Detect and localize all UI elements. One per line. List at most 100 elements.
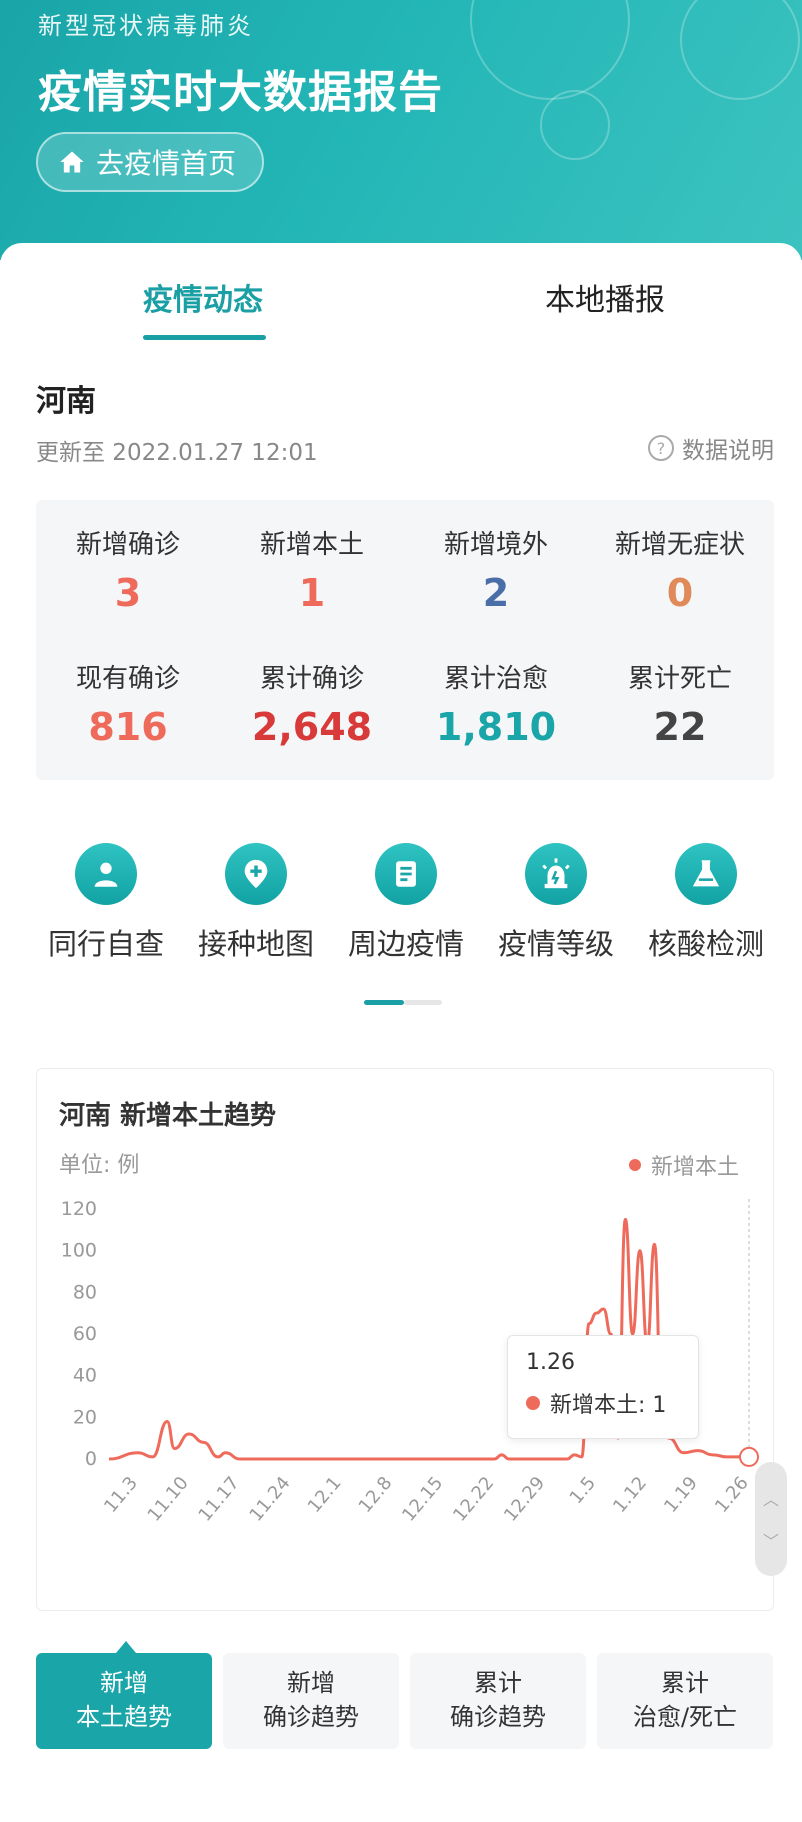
stat-label: 新增境外 <box>443 530 548 560</box>
tab-local-report[interactable]: 本地播报 <box>545 275 665 319</box>
quick-link-label: 接种地图 <box>197 927 314 961</box>
x-tick-label: 11.3 <box>100 1473 142 1517</box>
home-icon <box>60 151 84 173</box>
trend-button-new-confirmed[interactable]: 新增 确诊趋势 <box>223 1653 399 1749</box>
active-tab-indicator <box>143 335 266 340</box>
stat-current-confirmed: 现有确诊 816 <box>36 658 220 749</box>
stat-total-confirmed: 累计确诊 2,648 <box>220 658 404 749</box>
region-name: 河南 <box>36 384 96 419</box>
x-tick-label: 11.17 <box>195 1473 244 1526</box>
home-button-label: 去疫情首页 <box>96 147 237 180</box>
map-pin-plus-icon <box>225 843 287 905</box>
virus-decoration <box>540 90 610 160</box>
trend-chart-card: 河南 新增本土趋势 单位: 例 新增本土 0 20 40 60 80 100 120 11.3… <box>36 1068 774 1611</box>
stat-value: 2,648 <box>251 705 373 749</box>
stat-new-local: 新增本土 1 <box>220 524 404 615</box>
trend-buttons: 新增 本土趋势 新增 确诊趋势 累计 确诊趋势 累计 治愈/死亡 <box>36 1641 774 1753</box>
chart-title: 河南 新增本土趋势 <box>59 1101 277 1131</box>
x-tick-label: 12.1 <box>304 1473 346 1517</box>
chart-unit: 单位: 例 <box>59 1153 140 1178</box>
header-title: 疫情实时大数据报告 <box>38 67 443 118</box>
flask-icon <box>675 843 737 905</box>
x-tick-label: 12.15 <box>398 1473 447 1526</box>
x-tick-label: 12.22 <box>449 1473 498 1526</box>
stat-new-imported: 新增境外 2 <box>404 524 588 615</box>
alarm-light-icon <box>525 843 587 905</box>
tab-bar: 疫情动态 本地播报 <box>0 243 802 353</box>
trend-button-line2: 治愈/死亡 <box>632 1703 738 1731</box>
trend-button-line1: 累计 <box>661 1669 709 1698</box>
trend-button-line2: 本土趋势 <box>76 1703 172 1731</box>
quick-link-vaccination-map[interactable]: 接种地图 <box>181 843 331 963</box>
trend-button-line1: 新增 <box>287 1669 335 1698</box>
stat-total-deaths: 累计死亡 22 <box>588 658 772 749</box>
chart-legend[interactable]: 新增本土 <box>628 1149 739 1181</box>
trend-button-line2: 确诊趋势 <box>450 1703 546 1731</box>
report-header: 新型冠状病毒肺炎 疫情实时大数据报告 去疫情首页 <box>0 0 802 260</box>
stat-value: 22 <box>653 705 707 749</box>
quick-links: 同行自查 接种地图 周边疫情 疫情等级 核酸检测 <box>0 843 802 963</box>
stat-value: 816 <box>88 705 168 749</box>
y-tick-label: 0 <box>85 1448 97 1470</box>
quick-link-nearby[interactable]: 周边疫情 <box>331 843 481 963</box>
x-tick-label: 1.5 <box>566 1473 600 1508</box>
quick-link-label: 疫情等级 <box>497 927 614 961</box>
virus-decoration <box>470 0 630 100</box>
chart-tooltip: 1.26 新增本土: 1 <box>507 1335 699 1439</box>
x-tick-label: 11.10 <box>144 1473 193 1526</box>
chevron-up-icon[interactable]: ︿ <box>763 1486 779 1510</box>
document-icon <box>375 843 437 905</box>
stat-total-cured: 累计治愈 1,810 <box>404 658 588 749</box>
scroll-control[interactable]: ︿ ﹀ <box>755 1462 787 1576</box>
home-button[interactable]: 去疫情首页 <box>36 132 265 192</box>
quick-link-label: 同行自查 <box>47 927 164 961</box>
x-tick-label: 12.29 <box>500 1473 549 1526</box>
x-tick-label: 1.26 <box>711 1473 753 1517</box>
trend-button-line1: 累计 <box>474 1669 522 1698</box>
stats-panel: 新增确诊 3 新增本土 1 新增境外 2 新增无症状 0 现有确诊 816 累计… <box>36 500 774 780</box>
tooltip-date: 1.26 <box>526 1350 575 1375</box>
virus-decoration <box>680 0 800 100</box>
trend-button-cured-deaths[interactable]: 累计 治愈/死亡 <box>597 1653 773 1749</box>
legend-dot <box>628 1159 641 1171</box>
quick-link-label: 核酸检测 <box>647 927 764 961</box>
quick-link-self-check[interactable]: 同行自查 <box>31 843 181 963</box>
tooltip-dot <box>526 1396 540 1410</box>
data-note-link[interactable]: ? 数据说明 <box>648 431 774 465</box>
stat-label: 现有确诊 <box>75 664 180 694</box>
x-tick-label: 1.19 <box>660 1473 702 1517</box>
tooltip-value-row: 新增本土: 1 <box>526 1387 680 1419</box>
chevron-down-icon[interactable]: ﹀ <box>763 1528 779 1552</box>
stat-value: 1,810 <box>435 705 557 749</box>
page-indicator <box>364 1000 442 1005</box>
stat-value: 3 <box>114 571 142 615</box>
tooltip-value: 新增本土: 1 <box>550 1393 667 1418</box>
y-tick-label: 40 <box>73 1365 97 1387</box>
y-tick-label: 100 <box>61 1240 97 1262</box>
quick-link-risk-level[interactable]: 疫情等级 <box>481 843 631 963</box>
quick-link-nucleic-test[interactable]: 核酸检测 <box>631 843 781 963</box>
x-tick-label: 11.24 <box>245 1473 294 1526</box>
y-tick-label: 20 <box>73 1406 97 1428</box>
stat-value: 1 <box>298 571 326 615</box>
stat-value: 0 <box>666 571 694 615</box>
stat-new-confirmed: 新增确诊 3 <box>36 524 220 615</box>
stat-new-asymptomatic: 新增无症状 0 <box>588 524 772 615</box>
stat-label: 累计治愈 <box>443 664 548 694</box>
update-time: 更新至 2022.01.27 12:01 <box>36 440 318 466</box>
stat-label: 累计死亡 <box>627 664 732 694</box>
trend-button-local[interactable]: 新增 本土趋势 <box>36 1641 212 1749</box>
trend-button-total-confirmed[interactable]: 累计 确诊趋势 <box>410 1653 586 1749</box>
stat-value: 2 <box>482 571 510 615</box>
stat-label: 新增本土 <box>259 530 364 560</box>
legend-label: 新增本土 <box>650 1155 739 1180</box>
help-icon: ? <box>648 435 674 461</box>
highlighted-point[interactable] <box>739 1446 759 1467</box>
tab-dynamics[interactable]: 疫情动态 <box>143 275 263 319</box>
main-card: 疫情动态 本地播报 河南 更新至 2022.01.27 12:01 ? 数据说明… <box>0 243 802 1822</box>
x-tick-label: 12.8 <box>355 1473 397 1517</box>
trend-button-line1: 新增 <box>100 1669 148 1698</box>
data-note-label: 数据说明 <box>682 438 774 464</box>
stat-label: 新增无症状 <box>614 530 745 560</box>
header-subtitle: 新型冠状病毒肺炎 <box>38 12 254 40</box>
